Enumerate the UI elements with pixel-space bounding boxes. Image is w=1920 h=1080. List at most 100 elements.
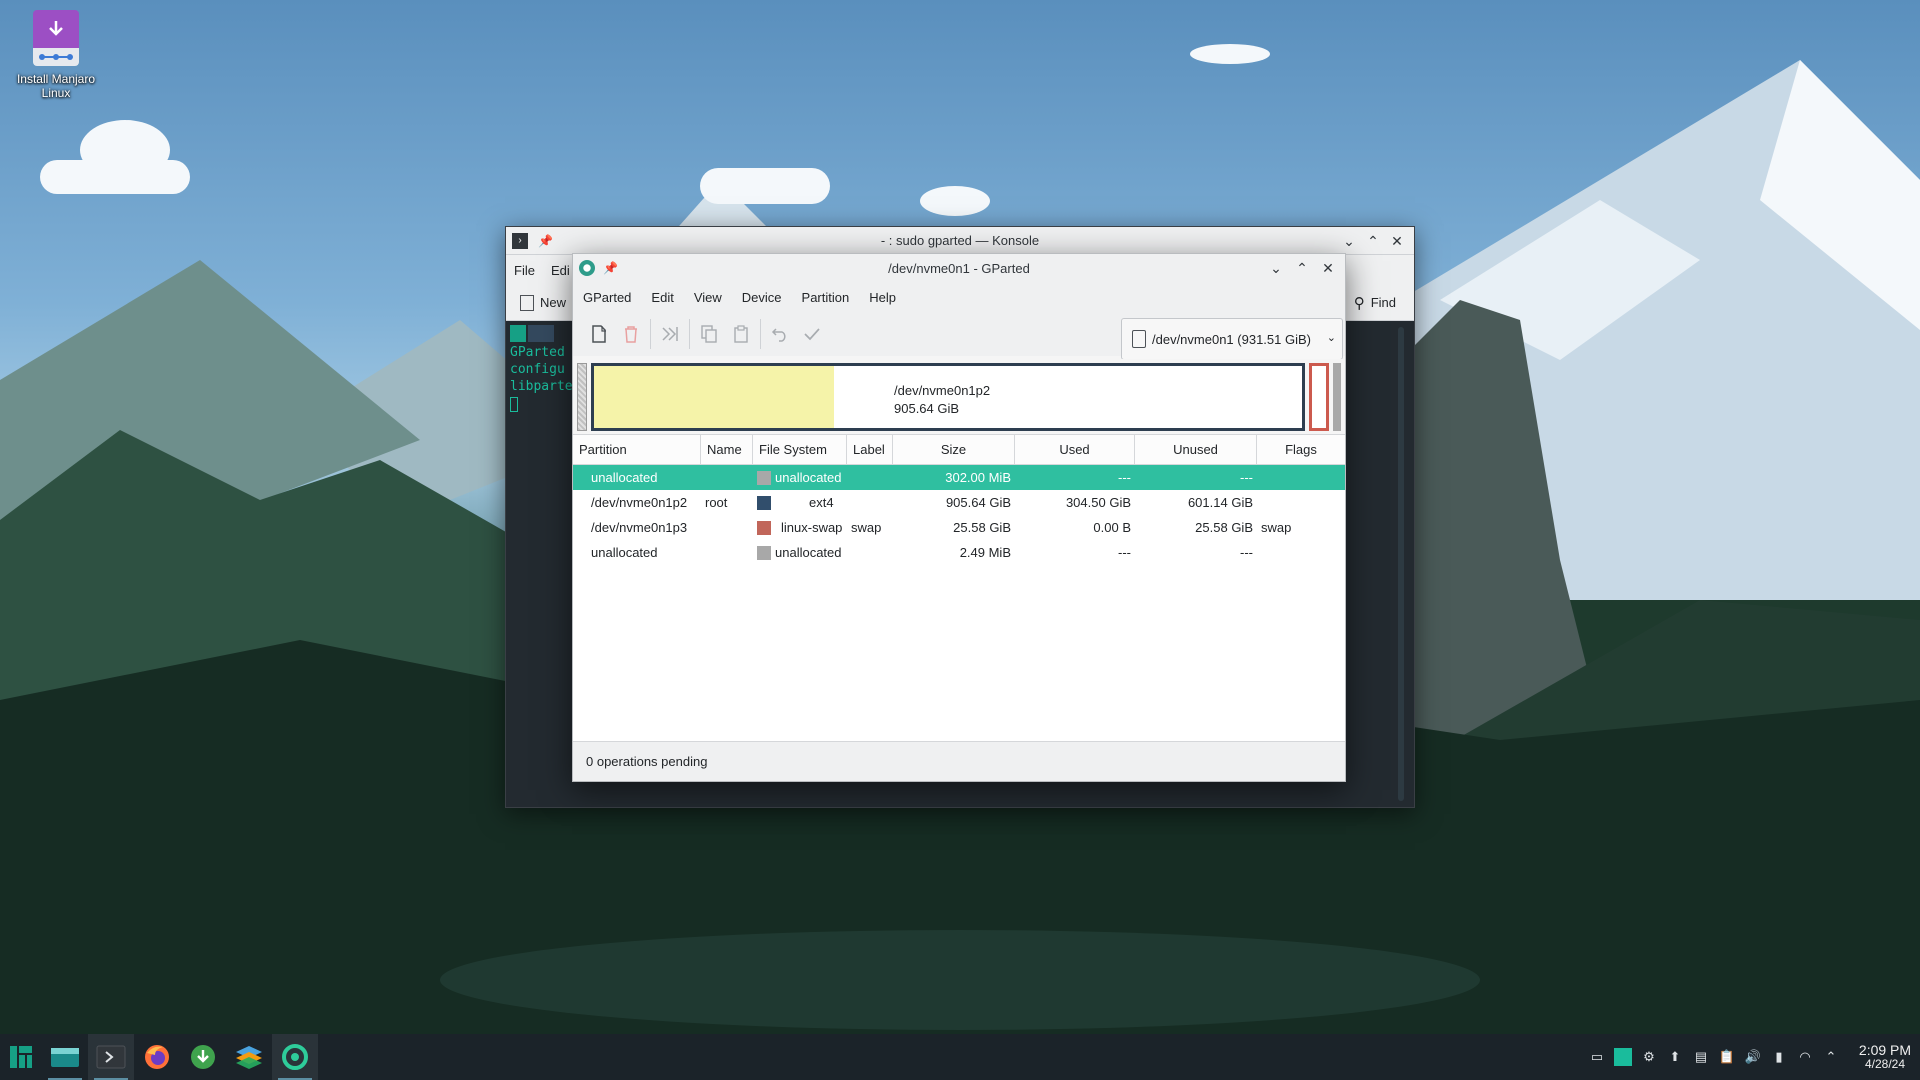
menu-edit[interactable]: Edi [551,263,570,278]
cell-used: --- [1118,470,1131,485]
file-manager-icon [51,1048,79,1067]
find-button[interactable]: ⚲ Find [1354,294,1396,312]
terminal-line: configu [510,362,565,377]
diskmap-partition-size: 905.64 GiB [894,401,960,416]
diskmap-partition-name: /dev/nvme0n1p2 [894,383,991,398]
resize-icon [662,327,678,341]
battery-icon[interactable]: ▮ [1766,1034,1792,1080]
cell-filesystem-text: unallocated [775,470,842,485]
updates-icon[interactable]: ⬆ [1662,1034,1688,1080]
terminal-line: libparte [510,379,573,394]
apply-button[interactable] [796,318,828,350]
task-firefox[interactable] [134,1034,180,1080]
delete-icon [625,326,637,343]
application-launcher-button[interactable] [0,1034,42,1080]
task-gparted[interactable] [272,1034,318,1080]
menu-partition[interactable]: Partition [802,290,850,305]
col-partition[interactable]: Partition [573,435,701,465]
toolbar-separator [760,319,761,349]
table-row[interactable]: unallocated unallocated 302.00 MiB --- -… [573,465,1345,490]
clock[interactable]: 2:09 PM 4/28/24 [1850,1043,1920,1071]
col-filesystem[interactable]: File System [753,435,847,465]
task-installer[interactable] [180,1034,226,1080]
fs-color-swatch [757,470,771,485]
terminal-cursor [510,397,518,412]
volume-icon[interactable]: 🔊 [1740,1034,1766,1080]
minimize-icon[interactable]: ⌄ [1265,257,1287,279]
undo-icon [771,328,786,342]
gparted-titlebar[interactable]: 📌 /dev/nvme0n1 - GParted ⌄ ⌃ ✕ [573,254,1345,282]
cell-name [701,515,753,540]
table-row[interactable]: /dev/nvme0n1p3 linux-swap swap 25.58 GiB… [573,515,1345,540]
minimize-icon[interactable]: ⌄ [1338,230,1360,252]
close-icon[interactable]: ✕ [1386,230,1408,252]
col-unused[interactable]: Unused [1135,435,1257,465]
menu-help[interactable]: Help [869,290,896,305]
gparted-toolbar: /dev/nvme0n1 (931.51 GiB) ⌄ [573,312,1345,360]
wifi-icon[interactable]: ◠ [1792,1034,1818,1080]
home-prompt-icon [528,325,554,342]
col-size[interactable]: Size [893,435,1015,465]
konsole-titlebar[interactable]: › 📌 - : sudo gparted — Konsole ⌄ ⌃ ✕ [506,227,1414,255]
installer-icon [32,10,80,68]
window-thumbnail-icon[interactable] [1610,1034,1636,1080]
menu-file[interactable]: File [514,263,535,278]
col-name[interactable]: Name [701,435,753,465]
diskmap-unallocated-end[interactable] [1333,363,1341,431]
undo-button[interactable] [764,318,796,350]
col-used[interactable]: Used [1015,435,1135,465]
diskmap-partition-nvme0n1p3[interactable] [1309,363,1329,431]
cell-name: root [705,495,728,510]
partition-table-header: Partition Name File System Label Size Us… [573,435,1345,465]
copy-icon [701,325,717,343]
menu-edit[interactable]: Edit [651,290,673,305]
pin-icon[interactable]: 📌 [538,234,553,248]
pin-icon[interactable]: 📌 [603,261,618,275]
terminal-line: GParted [510,345,565,360]
clock-date: 4/28/24 [1864,1057,1906,1071]
cell-size: 2.49 MiB [959,545,1011,560]
cell-filesystem: unallocated [753,465,847,490]
table-row[interactable]: unallocated unallocated 2.49 MiB --- --- [573,540,1345,565]
resize-move-button[interactable] [654,318,686,350]
task-file-manager[interactable] [42,1034,88,1080]
menu-gparted[interactable]: GParted [583,290,631,305]
device-selector[interactable]: /dev/nvme0n1 (931.51 GiB) ⌄ [1121,318,1343,360]
chevron-up-icon[interactable]: ⌃ [1818,1034,1844,1080]
diskmap-unallocated-start[interactable] [577,363,587,431]
fs-color-swatch [757,495,771,510]
paste-button[interactable] [725,318,757,350]
cell-flags [1257,465,1337,490]
console-tray-icon[interactable]: ▤ [1688,1034,1714,1080]
show-desktop-icon[interactable]: ▭ [1584,1034,1610,1080]
network-share-icon[interactable]: ⚙ [1636,1034,1662,1080]
cell-used: --- [1118,545,1131,560]
maximize-icon[interactable]: ⌃ [1362,230,1384,252]
col-label[interactable]: Label [847,435,893,465]
maximize-icon[interactable]: ⌃ [1291,257,1313,279]
copy-button[interactable] [693,318,725,350]
delete-partition-button[interactable] [615,318,647,350]
cell-label [847,490,893,515]
new-tab-label: New [540,295,567,310]
cell-label [847,540,893,565]
close-icon[interactable]: ✕ [1317,257,1339,279]
new-tab-button[interactable]: New [520,294,567,311]
paste-icon [734,325,748,343]
menu-view[interactable]: View [694,290,722,305]
cell-unused: --- [1240,470,1253,485]
cell-filesystem-text: ext4 [809,495,834,510]
install-manjaro-desktop-icon[interactable]: Install Manjaro Linux [14,10,98,100]
table-row[interactable]: /dev/nvme0n1p2 root ext4 905.64 GiB 304.… [573,490,1345,515]
task-konsole[interactable] [88,1034,134,1080]
task-layers-app[interactable] [226,1034,272,1080]
clock-time: 2:09 PM [1858,1042,1912,1058]
clipboard-icon[interactable]: 📋 [1714,1034,1740,1080]
new-partition-button[interactable] [583,318,615,350]
gparted-window[interactable]: 📌 /dev/nvme0n1 - GParted ⌄ ⌃ ✕ GParted E… [572,253,1346,782]
diskmap-partition-nvme0n1p2[interactable]: /dev/nvme0n1p2 905.64 GiB [591,363,1305,431]
terminal-scrollbar[interactable] [1398,327,1404,801]
col-flags[interactable]: Flags [1257,435,1345,465]
menu-device[interactable]: Device [742,290,782,305]
cell-partition: unallocated [591,470,658,485]
